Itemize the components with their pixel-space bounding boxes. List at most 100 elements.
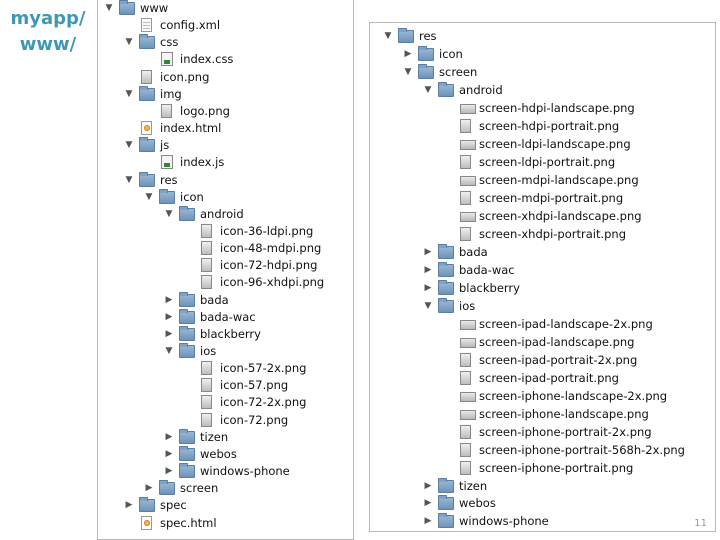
file-row[interactable]: screen-iphone-landscape-2x.png — [370, 388, 715, 405]
image-landscape-icon — [460, 175, 476, 186]
file-row[interactable]: icon-48-mdpi.png — [98, 240, 353, 257]
folder-row[interactable]: ▶ blackberry — [370, 279, 715, 297]
image-portrait-icon — [201, 223, 212, 238]
disclosure-collapsed-icon[interactable]: ▶ — [143, 480, 155, 497]
disclosure-collapsed-icon[interactable]: ▶ — [163, 429, 175, 446]
file-row[interactable]: icon-57.png — [98, 377, 353, 394]
folder-row[interactable]: ▼ www — [98, 0, 353, 17]
file-row[interactable]: icon-72-hdpi.png — [98, 257, 353, 274]
folder-row[interactable]: ▶ webos — [370, 495, 715, 512]
folder-row[interactable]: ▼ res — [98, 171, 353, 189]
tree-item-label: screen-xhdpi-landscape.png — [479, 208, 642, 223]
tree-item-label: icon — [180, 189, 204, 204]
folder-row[interactable]: ▶ screen — [98, 480, 353, 497]
folder-row[interactable]: ▼ img — [98, 85, 353, 103]
disclosure-collapsed-icon[interactable]: ▶ — [123, 497, 135, 514]
disclosure-expanded-icon[interactable]: ▼ — [123, 172, 135, 189]
file-row[interactable]: screen-ipad-portrait-2x.png — [370, 352, 715, 369]
disclosure-expanded-icon[interactable]: ▼ — [103, 0, 115, 17]
tree-item-label: screen-ipad-landscape.png — [479, 334, 635, 349]
disclosure-expanded-icon[interactable]: ▼ — [163, 343, 175, 360]
disclosure-collapsed-icon[interactable]: ▶ — [402, 46, 414, 63]
disclosure-collapsed-icon[interactable]: ▶ — [163, 446, 175, 463]
folder-row[interactable]: ▶ windows-phone — [370, 513, 715, 530]
folder-row[interactable]: ▼ js — [98, 137, 353, 154]
file-row[interactable]: index.html — [98, 120, 353, 137]
disclosure-collapsed-icon[interactable]: ▶ — [163, 309, 175, 326]
folder-row[interactable]: ▶ windows-phone — [98, 463, 353, 480]
folder-row[interactable]: ▶ bada-wac — [370, 261, 715, 279]
file-row[interactable]: screen-hdpi-landscape.png — [370, 100, 715, 117]
file-row[interactable]: icon-57-2x.png — [98, 360, 353, 377]
path-caption: myapp/ www/ — [4, 6, 92, 58]
folder-row[interactable]: ▶ bada-wac — [98, 308, 353, 326]
file-row[interactable]: screen-iphone-portrait.png — [370, 460, 715, 477]
file-icon — [141, 18, 152, 33]
folder-row[interactable]: ▶ spec — [98, 497, 353, 514]
file-row[interactable]: screen-iphone-portrait-2x.png — [370, 424, 715, 441]
file-row[interactable]: index.js — [98, 154, 353, 171]
disclosure-collapsed-icon[interactable]: ▶ — [422, 280, 434, 297]
folder-row[interactable]: ▶ tizen — [98, 428, 353, 446]
folder-row[interactable]: ▼ css — [98, 34, 353, 51]
file-row[interactable]: icon.png — [98, 69, 353, 86]
tree-item-label: res — [419, 29, 437, 43]
disclosure-collapsed-icon[interactable]: ▶ — [422, 513, 434, 530]
folder-icon — [139, 171, 155, 187]
disclosure-collapsed-icon[interactable]: ▶ — [422, 478, 434, 495]
file-row[interactable]: logo.png — [98, 103, 353, 120]
folder-row[interactable]: ▼ icon — [98, 188, 353, 206]
disclosure-collapsed-icon[interactable]: ▶ — [422, 262, 434, 279]
file-row[interactable]: icon-72.png — [98, 412, 353, 429]
file-row[interactable]: screen-ipad-portrait.png — [370, 370, 715, 387]
folder-row[interactable]: ▶ bada — [98, 291, 353, 309]
folder-row[interactable]: ▼ screen — [370, 63, 715, 81]
folder-row[interactable]: ▼ android — [98, 205, 353, 223]
tree-item-label: tizen — [200, 429, 229, 444]
folder-row[interactable]: ▶ bada — [370, 243, 715, 261]
disclosure-collapsed-icon[interactable]: ▶ — [163, 326, 175, 343]
folder-row[interactable]: ▼ ios — [98, 343, 353, 360]
disclosure-expanded-icon[interactable]: ▼ — [123, 137, 135, 154]
disclosure-expanded-icon[interactable]: ▼ — [422, 298, 434, 315]
folder-row[interactable]: ▶ icon — [370, 45, 715, 63]
disclosure-collapsed-icon[interactable]: ▶ — [163, 292, 175, 309]
disclosure-expanded-icon[interactable]: ▼ — [123, 34, 135, 51]
file-row[interactable]: screen-ipad-landscape-2x.png — [370, 316, 715, 333]
disclosure-expanded-icon[interactable]: ▼ — [123, 86, 135, 103]
file-row[interactable]: screen-ipad-landscape.png — [370, 334, 715, 351]
disclosure-expanded-icon[interactable]: ▼ — [382, 28, 394, 45]
folder-icon — [139, 34, 155, 50]
file-row[interactable]: screen-ldpi-landscape.png — [370, 136, 715, 153]
file-row[interactable]: config.xml — [98, 17, 353, 34]
file-row[interactable]: screen-ldpi-portrait.png — [370, 154, 715, 171]
file-row[interactable]: index.css — [98, 51, 353, 68]
disclosure-expanded-icon[interactable]: ▼ — [402, 64, 414, 81]
folder-row[interactable]: ▶ blackberry — [98, 325, 353, 343]
file-row[interactable]: icon-36-ldpi.png — [98, 223, 353, 240]
folder-row[interactable]: ▼ ios — [370, 297, 715, 315]
file-row[interactable]: spec.html — [98, 515, 353, 532]
file-row[interactable]: screen-xhdpi-portrait.png — [370, 226, 715, 243]
file-row[interactable]: screen-mdpi-landscape.png — [370, 172, 715, 189]
folder-row[interactable]: ▼ res — [370, 28, 715, 45]
disclosure-collapsed-icon[interactable]: ▶ — [163, 463, 175, 480]
disclosure-collapsed-icon[interactable]: ▶ — [422, 244, 434, 261]
folder-row[interactable]: ▶ webos — [98, 445, 353, 463]
file-row[interactable]: screen-iphone-portrait-568h-2x.png — [370, 442, 715, 459]
tree-item-label: screen-ldpi-portrait.png — [479, 154, 616, 169]
file-row[interactable]: screen-mdpi-portrait.png — [370, 190, 715, 207]
disclosure-collapsed-icon[interactable]: ▶ — [422, 495, 434, 512]
file-row[interactable]: icon-72-2x.png — [98, 394, 353, 411]
file-row[interactable]: screen-hdpi-portrait.png — [370, 118, 715, 135]
file-row[interactable]: icon-96-xhdpi.png — [98, 274, 353, 291]
folder-row[interactable]: ▼ android — [370, 81, 715, 99]
image-landscape-icon — [460, 103, 476, 114]
folder-row[interactable]: ▶ tizen — [370, 477, 715, 495]
disclosure-expanded-icon[interactable]: ▼ — [143, 189, 155, 206]
file-row[interactable]: screen-xhdpi-landscape.png — [370, 208, 715, 225]
disclosure-expanded-icon[interactable]: ▼ — [163, 206, 175, 223]
tree-item-label: android — [200, 206, 244, 221]
file-row[interactable]: screen-iphone-landscape.png — [370, 406, 715, 423]
disclosure-expanded-icon[interactable]: ▼ — [422, 82, 434, 99]
